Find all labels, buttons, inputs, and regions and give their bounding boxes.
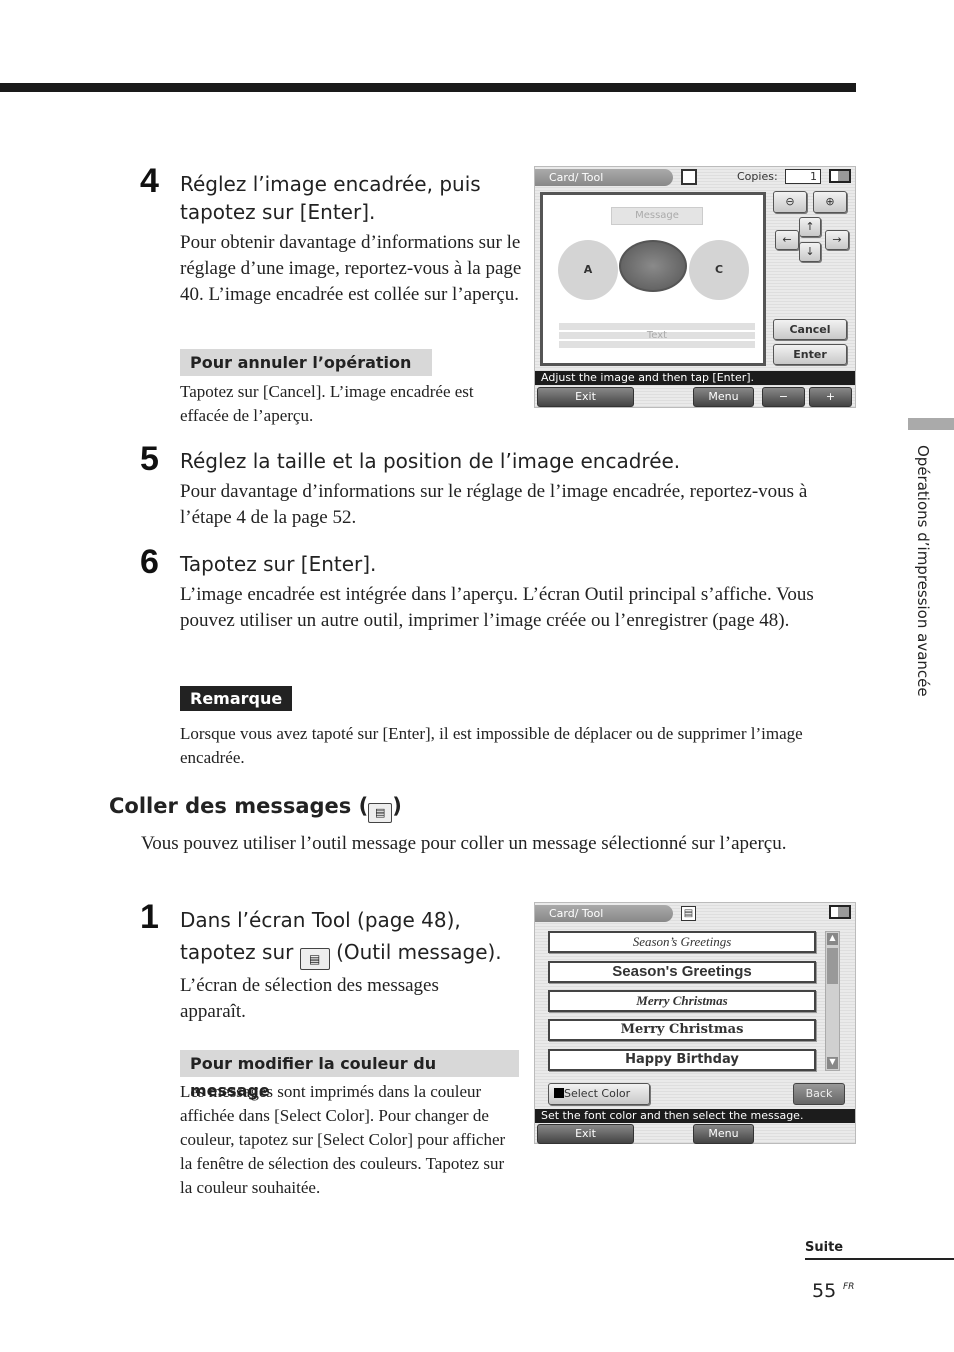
copies-label: Copies: <box>737 170 778 183</box>
step-title-text: (Outil message). <box>336 940 502 964</box>
step-body: L’image encadrée est intégrée dans l’ape… <box>180 584 814 631</box>
plus-button[interactable]: + <box>809 387 852 407</box>
message-tool-icon: ▤ <box>299 948 330 970</box>
step-body: Pour davantage d’informations sur le rég… <box>180 481 808 528</box>
select-color-button[interactable]: Select Color <box>548 1083 650 1105</box>
step-title: Dans l’écran Tool (page 48), tapotez sur… <box>180 906 525 970</box>
message-tool-icon: ▤ <box>681 906 696 921</box>
message-option[interactable]: Merry Christmas <box>548 1019 816 1041</box>
status-bar: Adjust the image and then tap [Enter]. <box>535 371 855 385</box>
step-title-line2: tapotez sur ▤ (Outil message). <box>180 938 525 970</box>
exit-button[interactable]: Exit <box>537 1124 634 1144</box>
step-title-line1: Dans l’écran Tool (page 48), <box>180 908 461 932</box>
header-rule <box>0 83 856 92</box>
framed-photo[interactable] <box>619 240 687 292</box>
move-down-button[interactable]: ↓ <box>799 242 821 262</box>
zoom-out-button[interactable]: ⊖ <box>773 191 807 213</box>
message-option[interactable]: Merry Christmas <box>548 990 816 1012</box>
move-left-button[interactable]: ← <box>775 230 799 250</box>
color-heading: Pour modifier la couleur du message <box>180 1050 519 1100</box>
step-body: Pour obtenir davantage d’informations su… <box>180 232 522 305</box>
step-body: L’écran de sélection des messages appara… <box>180 975 439 1022</box>
move-right-button[interactable]: → <box>825 230 849 250</box>
preview-canvas[interactable]: Message A C Text <box>540 192 766 366</box>
step-number: 1 <box>140 898 159 936</box>
frame-tool-icon <box>681 169 697 185</box>
footer-rule <box>805 1258 954 1260</box>
text-placeholder: Text <box>559 323 755 349</box>
scrollbar[interactable]: ▲ ▼ <box>825 931 840 1071</box>
step-title: Réglez la taille et la position de l’ima… <box>180 449 681 473</box>
message-option[interactable]: Happy Birthday <box>548 1049 816 1071</box>
continued-label: Suite <box>805 1240 844 1255</box>
section-title-text: Coller des messages ( <box>109 794 369 818</box>
scroll-down-icon[interactable]: ▼ <box>827 1057 838 1069</box>
remark-label: Remarque <box>180 686 293 711</box>
message-option[interactable]: Season’s Greetings <box>548 931 816 953</box>
menu-button[interactable]: Menu <box>693 1124 754 1144</box>
page-number: 55 <box>812 1280 837 1302</box>
step-number: 4 <box>140 162 159 200</box>
sidebar-tab <box>908 418 954 430</box>
color-body: Les messages sont imprimés dans la coule… <box>180 1082 506 1197</box>
cancel-heading: Pour annuler l’opération <box>180 349 432 376</box>
scroll-up-icon[interactable]: ▲ <box>827 933 838 945</box>
exit-button[interactable]: Exit <box>537 387 634 407</box>
step-number: 5 <box>140 440 159 478</box>
circle-a: A <box>558 240 618 300</box>
sidebar-chapter-title: Opérations d’impression avancée <box>914 445 932 697</box>
step-title: Réglez l’image encadrée, puis tapotez su… <box>180 172 481 224</box>
battery-icon <box>829 905 851 919</box>
status-bar: Set the font color and then select the m… <box>535 1109 855 1123</box>
step-title: Tapotez sur [Enter]. <box>180 552 377 576</box>
scroll-thumb[interactable] <box>827 948 838 984</box>
section-title-close: ) <box>392 794 402 818</box>
language-code: FR <box>843 1282 855 1292</box>
minus-button[interactable]: − <box>762 387 805 407</box>
message-option[interactable]: Season's Greetings <box>548 961 816 983</box>
cancel-button[interactable]: Cancel <box>773 319 847 340</box>
message-tool-icon: ▤ <box>368 803 393 823</box>
copies-field[interactable]: 1 <box>785 169 821 184</box>
step-number: 6 <box>140 543 159 581</box>
select-color-label: Select Color <box>564 1087 631 1100</box>
screen-title: Card/ Tool <box>535 905 673 922</box>
menu-button[interactable]: Menu <box>693 387 754 407</box>
screen-title: Card/ Tool <box>535 169 673 186</box>
section-title: Coller des messages (▤) <box>109 794 402 823</box>
battery-icon <box>829 169 851 183</box>
back-button[interactable]: Back <box>793 1083 845 1105</box>
message-placeholder: Message <box>611 207 703 225</box>
screenshot-message-select: Card/ Tool ▤ Season’s Greetings Season's… <box>534 902 856 1144</box>
section-intro: Vous pouvez utiliser l’outil message pou… <box>141 833 787 854</box>
screenshot-frame-adjust: Card/ Tool Copies: 1 Message A C Text ⊖ … <box>534 166 856 408</box>
cancel-body: Tapotez sur [Cancel]. L’image encadrée e… <box>180 382 474 425</box>
move-up-button[interactable]: ↑ <box>799 217 821 237</box>
color-swatch <box>554 1088 564 1098</box>
zoom-in-button[interactable]: ⊕ <box>813 191 847 213</box>
step-title-text: tapotez sur <box>180 940 294 964</box>
remark-body: Lorsque vous avez tapoté sur [Enter], il… <box>180 724 803 767</box>
enter-button[interactable]: Enter <box>773 344 847 365</box>
circle-c: C <box>689 240 749 300</box>
